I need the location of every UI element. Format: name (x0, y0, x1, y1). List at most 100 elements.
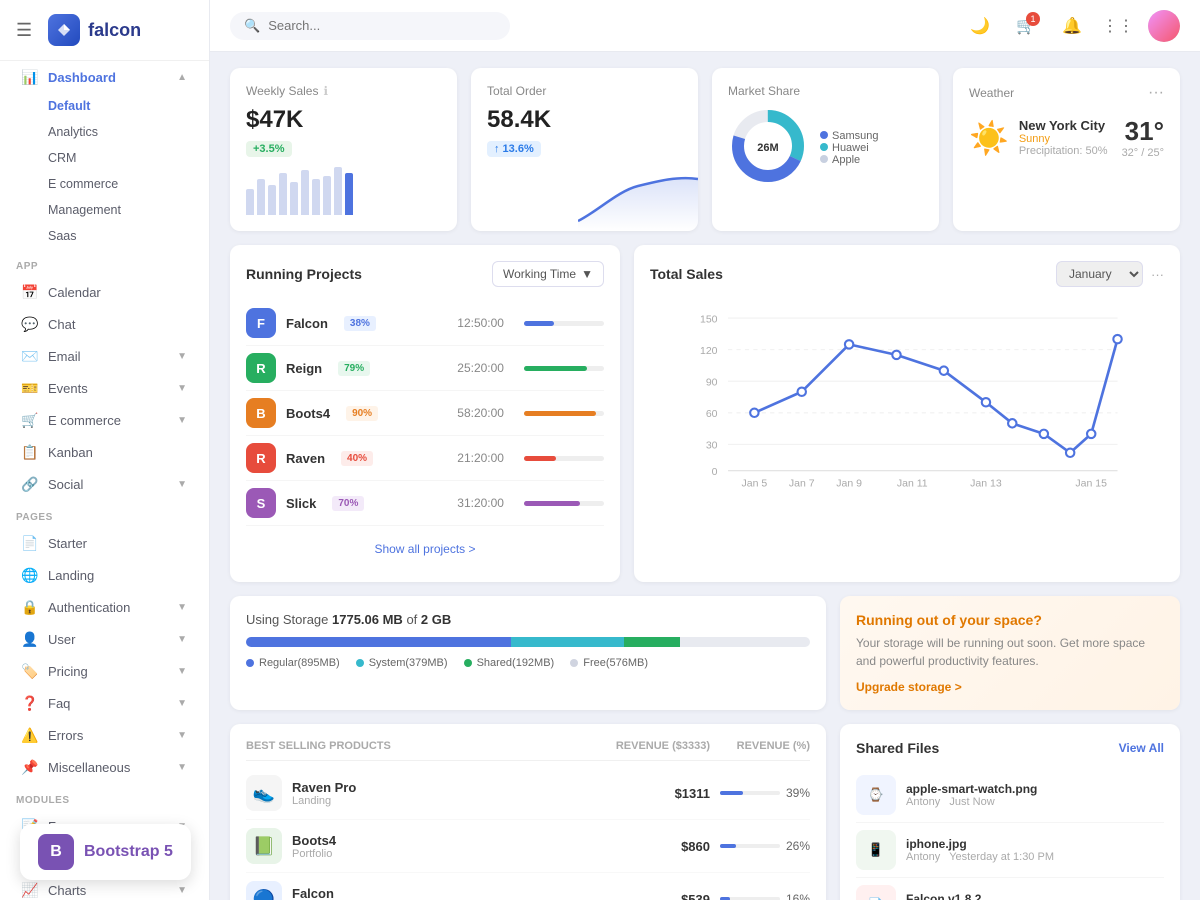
app-brand: falcon (88, 20, 141, 41)
sidebar-item-ecommerce[interactable]: 🛒 E commerce ▼ (6, 405, 203, 435)
shared-files-card: Shared Files View All ⌚ apple-smart-watc… (840, 724, 1180, 900)
sidebar-item-management[interactable]: Management (6, 198, 203, 222)
sidebar-item-miscellaneous[interactable]: 📌 Miscellaneous ▼ (6, 752, 203, 782)
menu-toggle[interactable]: ☰ (16, 20, 32, 41)
sf-info: Falcon v1.8.2 Jane 27 Sep at 10:30 AM (906, 892, 1164, 900)
sidebar-item-saas[interactable]: Saas (6, 224, 203, 248)
market-share-content: 26M Samsung Huawei Apple (728, 106, 923, 189)
sidebar-item-pricing[interactable]: 🏷️ Pricing ▼ (6, 656, 203, 686)
bs-rev-pct: 39% (710, 786, 810, 800)
running-projects-header: Running Projects Working Time ▼ (246, 261, 604, 287)
chevron-icon: ▼ (177, 730, 187, 741)
mini-bar-item (323, 176, 331, 215)
sidebar-item-calendar[interactable]: 📅 Calendar (6, 277, 203, 307)
bs-product-info: Boots4 Portfolio (292, 833, 336, 860)
sidebar-item-crm[interactable]: CRM (6, 146, 203, 170)
show-all-projects-link[interactable]: Show all projects > (246, 532, 604, 566)
upgrade-link[interactable]: Upgrade storage > (856, 680, 1164, 694)
sidebar-item-kanban[interactable]: 📋 Kanban (6, 437, 203, 467)
project-badge: 90% (346, 406, 378, 421)
sidebar-item-starter[interactable]: 📄 Starter (6, 528, 203, 558)
project-time: 21:20:00 (457, 451, 504, 465)
storage-title: Using Storage 1775.06 MB of 2 GB (246, 612, 810, 627)
bootstrap-badge[interactable]: B Bootstrap 5 (20, 824, 191, 880)
sidebar-item-landing[interactable]: 🌐 Landing (6, 560, 203, 590)
svg-text:0: 0 (712, 466, 718, 478)
sidebar-item-dashboard[interactable]: 📊 Dashboard ▲ (6, 62, 203, 92)
cart-button[interactable]: 🛒 1 (1010, 10, 1042, 42)
weekly-sales-card: Weekly Sales ℹ $47K +3.5% (230, 68, 457, 231)
mini-bar-item (279, 173, 287, 215)
project-row: F Falcon 38% 12:50:00 (246, 301, 604, 346)
weekly-sales-badge: +3.5% (246, 141, 292, 157)
sidebar-item-user[interactable]: 👤 User ▼ (6, 624, 203, 654)
mini-bar-item (257, 179, 265, 215)
mini-bar-item (246, 189, 254, 215)
search-icon: 🔍 (244, 18, 260, 34)
working-time-dropdown[interactable]: Working Time ▼ (492, 261, 604, 287)
bs-progress-bar (720, 791, 780, 795)
weather-more-button[interactable]: ··· (1148, 84, 1164, 102)
total-sales-title: Total Sales (650, 266, 723, 282)
sidebar-item-events[interactable]: 🎫 Events ▼ (6, 373, 203, 403)
project-progress-bar (524, 366, 604, 371)
market-share-card: Market Share 26M Samsung Huawei Apple (712, 68, 939, 231)
project-progress-fill (524, 321, 554, 326)
total-order-value: 58.4K (487, 106, 682, 134)
project-name: Slick (286, 496, 316, 511)
sidebar-item-social[interactable]: 🔗 Social ▼ (6, 469, 203, 499)
sf-file-meta: Antony Yesterday at 1:30 PM (906, 851, 1164, 863)
running-projects-title: Running Projects (246, 266, 362, 282)
section-label-app: App (0, 249, 209, 276)
info-icon: ℹ (323, 84, 328, 98)
svg-text:150: 150 (700, 313, 718, 325)
svg-text:30: 30 (706, 440, 718, 452)
project-progress-fill (524, 366, 587, 371)
project-avatar: S (246, 488, 276, 518)
chevron-icon: ▼ (177, 885, 187, 896)
svg-text:120: 120 (700, 345, 718, 357)
bootstrap-label: Bootstrap 5 (84, 843, 173, 861)
sidebar-item-authentication[interactable]: 🔒 Authentication ▼ (6, 592, 203, 622)
sidebar-item-default[interactable]: Default (6, 94, 203, 118)
grid-menu-button[interactable]: ⋮⋮ (1102, 10, 1134, 42)
month-select[interactable]: JanuaryFebruaryMarch (1056, 261, 1143, 287)
bs-product: 📗 Boots4 Portfolio (246, 828, 590, 864)
total-sales-more-button[interactable]: ··· (1151, 267, 1164, 282)
bs-rev-pct: 16% (710, 892, 810, 900)
search-box[interactable]: 🔍 (230, 12, 510, 40)
view-all-files-link[interactable]: View All (1119, 741, 1164, 755)
user-avatar[interactable] (1148, 10, 1180, 42)
chevron-icon: ▼ (177, 698, 187, 709)
project-list: F Falcon 38% 12:50:00 R Reign 79% 25:20:… (246, 301, 604, 526)
total-order-card: Total Order 58.4K ↑ 13.6% (471, 68, 698, 231)
project-row: R Raven 40% 21:20:00 (246, 436, 604, 481)
mini-bar-item (301, 170, 309, 215)
sidebar-item-faq[interactable]: ❓ Faq ▼ (6, 688, 203, 718)
market-share-chart: 26M (728, 106, 808, 189)
storage-bar (246, 637, 810, 647)
notifications-button[interactable]: 🔔 (1056, 10, 1088, 42)
search-input[interactable] (268, 18, 496, 33)
bs-revenue: $860 (590, 839, 710, 854)
svg-text:Jan 7: Jan 7 (789, 477, 815, 489)
bs-product: 👟 Raven Pro Landing (246, 775, 590, 811)
sidebar-item-chat[interactable]: 💬 Chat (6, 309, 203, 339)
market-share-legend: Samsung Huawei Apple (820, 130, 878, 166)
shared-files-list: ⌚ apple-smart-watch.png Antony Just Now … (856, 768, 1164, 900)
project-name: Falcon (286, 316, 328, 331)
theme-toggle-button[interactable]: 🌙 (964, 10, 996, 42)
sf-file-name: iphone.jpg (906, 837, 1164, 851)
project-row: S Slick 70% 31:20:00 (246, 481, 604, 526)
section-label-modules: Modules (0, 783, 209, 810)
weather-card: Weather ··· ☀️ New York City Sunny Preci… (953, 68, 1180, 231)
sidebar-item-ecommerce-dash[interactable]: E commerce (6, 172, 203, 196)
grid-icon: ⋮⋮ (1102, 16, 1134, 36)
stats-cards-row: Weekly Sales ℹ $47K +3.5% Total Order 58… (230, 68, 1180, 231)
sidebar-item-analytics[interactable]: Analytics (6, 120, 203, 144)
sf-thumb: 📱 (856, 830, 896, 870)
chevron-icon: ▼ (177, 383, 187, 394)
sidebar-item-email[interactable]: ✉️ Email ▼ (6, 341, 203, 371)
sidebar-item-errors[interactable]: ⚠️ Errors ▼ (6, 720, 203, 750)
bs-thumb: 📗 (246, 828, 282, 864)
